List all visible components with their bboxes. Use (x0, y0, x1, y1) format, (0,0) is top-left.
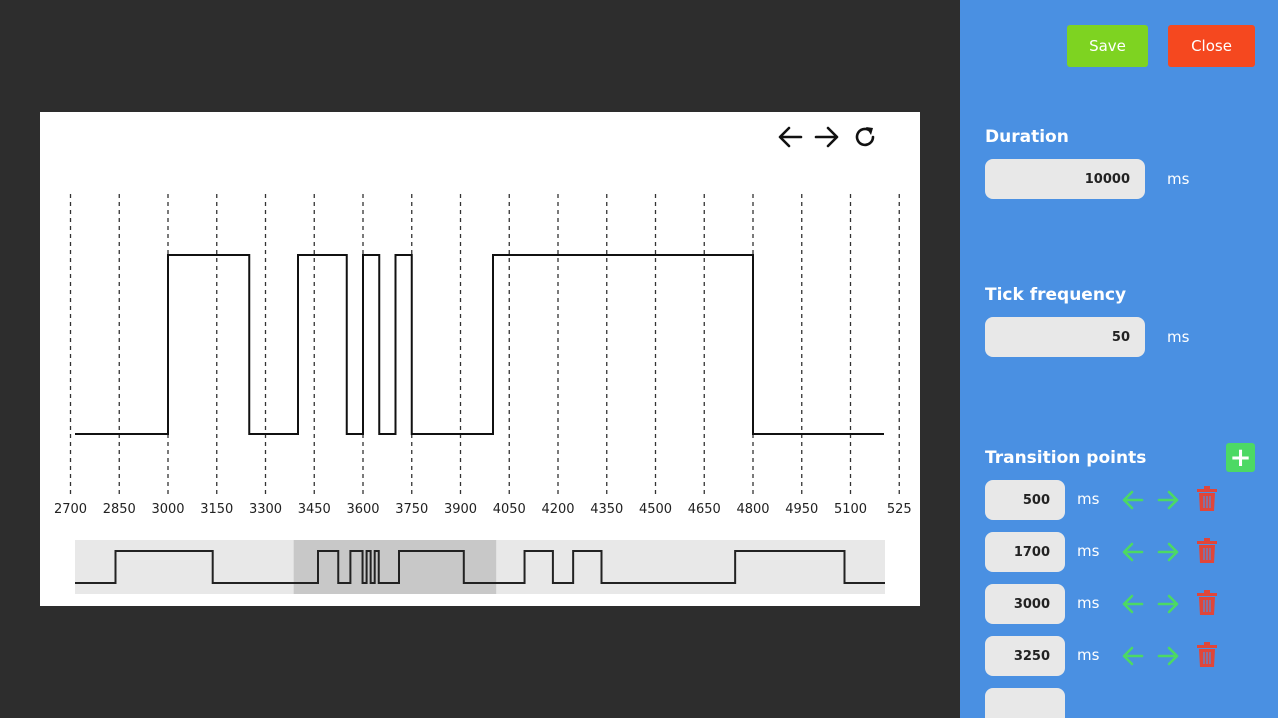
x-tick-label: 3300 (249, 502, 282, 517)
transition-point-input[interactable] (985, 584, 1065, 624)
signal-line (75, 254, 884, 435)
move-left-icon[interactable] (1120, 487, 1144, 517)
x-tick-label: 3750 (395, 502, 428, 517)
move-right-icon[interactable] (1157, 643, 1181, 673)
tick-frequency-label: Tick frequency (985, 285, 1127, 305)
transition-point-input[interactable] (985, 480, 1065, 520)
transition-point-row: ms (985, 584, 1275, 624)
tick-frequency-unit: ms (1167, 328, 1190, 346)
x-tick-label: 525 (887, 502, 912, 517)
transition-point-row: ms (985, 480, 1275, 520)
signal-chart[interactable]: 2700 2850 3000 3150 3300 3450 3600 3750 3900 4050… (40, 112, 920, 606)
x-tick-label: 2700 (54, 502, 87, 517)
transition-point-input[interactable] (985, 532, 1065, 572)
save-button[interactable]: Save (1067, 25, 1148, 67)
transition-point-input-partial[interactable] (985, 688, 1065, 718)
move-left-icon[interactable] (1120, 591, 1144, 621)
move-left-icon[interactable] (1120, 643, 1144, 673)
duration-input[interactable] (985, 159, 1145, 199)
move-right-icon[interactable] (1157, 487, 1181, 517)
duration-unit: ms (1167, 170, 1190, 188)
settings-panel: Save Close Duration ms Tick frequency ms… (960, 0, 1278, 718)
move-right-icon[interactable] (1157, 591, 1181, 621)
trash-icon[interactable] (1196, 486, 1218, 516)
transition-point-unit: ms (1077, 646, 1100, 664)
signal-editor-canvas[interactable]: 2700 2850 3000 3150 3300 3450 3600 3750 3900 4050… (40, 112, 920, 606)
move-left-icon[interactable] (1120, 539, 1144, 569)
tick-frequency-input[interactable] (985, 317, 1145, 357)
x-tick-label: 2850 (103, 502, 136, 517)
add-transition-button[interactable]: + (1226, 443, 1255, 472)
x-tick-label: 3450 (298, 502, 331, 517)
transition-point-unit: ms (1077, 490, 1100, 508)
x-tick-label: 3000 (151, 502, 184, 517)
trash-icon[interactable] (1196, 642, 1218, 672)
transition-point-unit: ms (1077, 594, 1100, 612)
x-tick-label: 4950 (785, 502, 818, 517)
x-tick-label: 4800 (736, 502, 769, 517)
move-right-icon[interactable] (1157, 539, 1181, 569)
x-tick-label: 4200 (541, 502, 574, 517)
trash-icon[interactable] (1196, 538, 1218, 568)
transition-point-input[interactable] (985, 636, 1065, 676)
x-tick-label: 3900 (444, 502, 477, 517)
x-tick-label: 4350 (590, 502, 623, 517)
x-tick-label: 3150 (200, 502, 233, 517)
transition-point-row: ms (985, 636, 1275, 676)
x-tick-label: 4050 (493, 502, 526, 517)
transition-point-unit: ms (1077, 542, 1100, 560)
trash-icon[interactable] (1196, 590, 1218, 620)
x-tick-label: 4650 (688, 502, 721, 517)
duration-label: Duration (985, 127, 1069, 147)
overview-window (293, 540, 497, 594)
x-tick-label: 4500 (639, 502, 672, 517)
transition-points-label: Transition points (985, 448, 1147, 468)
transition-point-row: ms (985, 532, 1275, 572)
x-tick-label: 5100 (834, 502, 867, 517)
close-button[interactable]: Close (1168, 25, 1255, 67)
x-tick-label: 3600 (346, 502, 379, 517)
